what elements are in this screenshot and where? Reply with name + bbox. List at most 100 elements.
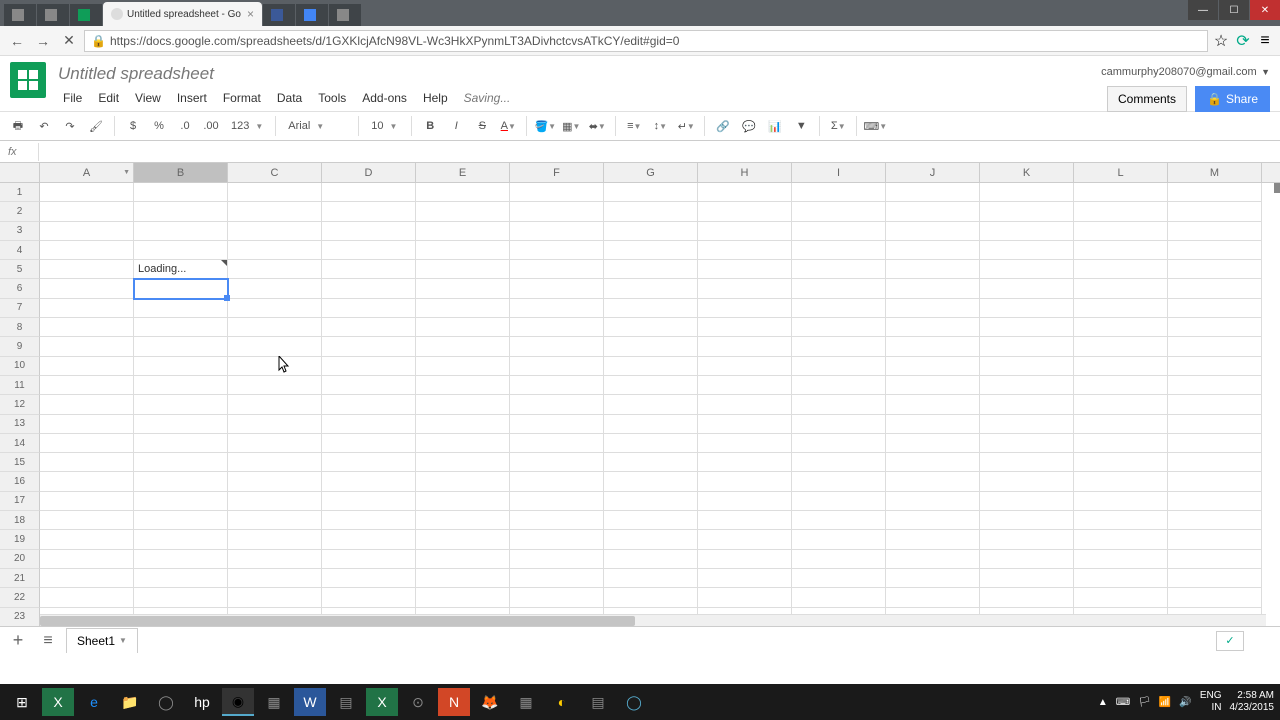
cell[interactable] [792,318,886,337]
cell[interactable] [322,376,416,395]
cell[interactable] [980,337,1074,356]
column-header[interactable]: B [134,163,228,182]
cell[interactable] [1168,241,1262,260]
cell[interactable] [604,569,698,588]
cell[interactable] [604,453,698,472]
cell[interactable] [228,241,322,260]
cell[interactable] [980,241,1074,260]
cell[interactable] [134,434,228,453]
cell[interactable] [1074,453,1168,472]
cell[interactable] [1168,337,1262,356]
column-header[interactable]: C [228,163,322,182]
browser-tab[interactable] [329,4,361,26]
row-header[interactable]: 7 [0,299,40,318]
cell[interactable] [886,492,980,511]
explore-icon[interactable]: ✓ [1216,631,1244,651]
cell[interactable] [886,453,980,472]
cell[interactable] [228,299,322,318]
menu-tools[interactable]: Tools [311,88,353,108]
chevron-down-icon[interactable]: ▼ [119,636,127,645]
cell[interactable] [134,376,228,395]
app-icon[interactable]: ▤ [582,688,614,716]
cell[interactable] [416,260,510,279]
cell[interactable] [980,569,1074,588]
cell[interactable] [510,415,604,434]
cell[interactable] [40,569,134,588]
cell[interactable] [1168,415,1262,434]
cell[interactable] [604,357,698,376]
cell[interactable] [886,318,980,337]
cell[interactable] [792,337,886,356]
cell[interactable] [510,318,604,337]
column-header[interactable]: M [1168,163,1262,182]
cell[interactable] [416,530,510,549]
browser-tab-active[interactable]: Untitled spreadsheet - Go × [103,2,262,26]
cell[interactable] [322,453,416,472]
cell[interactable] [40,279,134,298]
italic-icon[interactable]: I [444,114,468,138]
align-h-icon[interactable]: ≡▼ [622,114,646,138]
cell[interactable] [604,550,698,569]
row-header[interactable]: 9 [0,337,40,356]
cell[interactable] [886,222,980,241]
cell[interactable] [886,357,980,376]
cell[interactable] [322,222,416,241]
cell[interactable] [792,569,886,588]
cell[interactable] [792,279,886,298]
cell[interactable] [1168,588,1262,607]
cell[interactable] [416,337,510,356]
cell[interactable] [886,434,980,453]
cell[interactable] [1074,279,1168,298]
cell[interactable] [322,434,416,453]
row-header[interactable]: 15 [0,453,40,472]
cell[interactable] [228,183,322,202]
row-header[interactable]: 12 [0,395,40,414]
row-header[interactable]: 13 [0,415,40,434]
app-icon[interactable]: ▦ [258,688,290,716]
cell[interactable] [40,472,134,491]
cell[interactable] [1168,222,1262,241]
cell[interactable] [134,492,228,511]
row-header[interactable]: 18 [0,511,40,530]
cell[interactable] [1074,337,1168,356]
minimize-icon[interactable]: — [1188,0,1218,20]
currency-button[interactable]: $ [121,114,145,138]
column-header[interactable]: L [1074,163,1168,182]
cell[interactable] [134,357,228,376]
cell[interactable] [792,453,886,472]
cell[interactable] [228,588,322,607]
cell[interactable] [40,511,134,530]
column-header[interactable]: H [698,163,792,182]
row-header[interactable]: 10 [0,357,40,376]
sheet-tab[interactable]: Sheet1 ▼ [66,628,138,653]
row-header[interactable]: 2 [0,202,40,221]
cell[interactable] [40,415,134,434]
cell[interactable] [134,183,228,202]
cell[interactable] [510,357,604,376]
cell[interactable] [698,415,792,434]
cell[interactable] [416,222,510,241]
cell[interactable] [604,183,698,202]
menu-data[interactable]: Data [270,88,309,108]
cell[interactable] [604,511,698,530]
cell[interactable] [40,492,134,511]
cell[interactable] [1168,492,1262,511]
cell[interactable] [134,550,228,569]
menu-help[interactable]: Help [416,88,455,108]
increase-decimal-icon[interactable]: .00 [199,114,223,138]
hp-icon[interactable]: hp [186,688,218,716]
cell[interactable] [40,550,134,569]
row-header[interactable]: 20 [0,550,40,569]
link-icon[interactable]: 🔗 [711,114,735,138]
column-header[interactable]: G [604,163,698,182]
excel-icon[interactable]: X [42,688,74,716]
cell[interactable] [698,318,792,337]
cell[interactable] [980,434,1074,453]
cell[interactable] [510,260,604,279]
cell[interactable] [510,183,604,202]
cell[interactable] [792,183,886,202]
cell[interactable] [134,241,228,260]
cell[interactable] [40,202,134,221]
cell[interactable] [792,260,886,279]
cell[interactable] [792,376,886,395]
